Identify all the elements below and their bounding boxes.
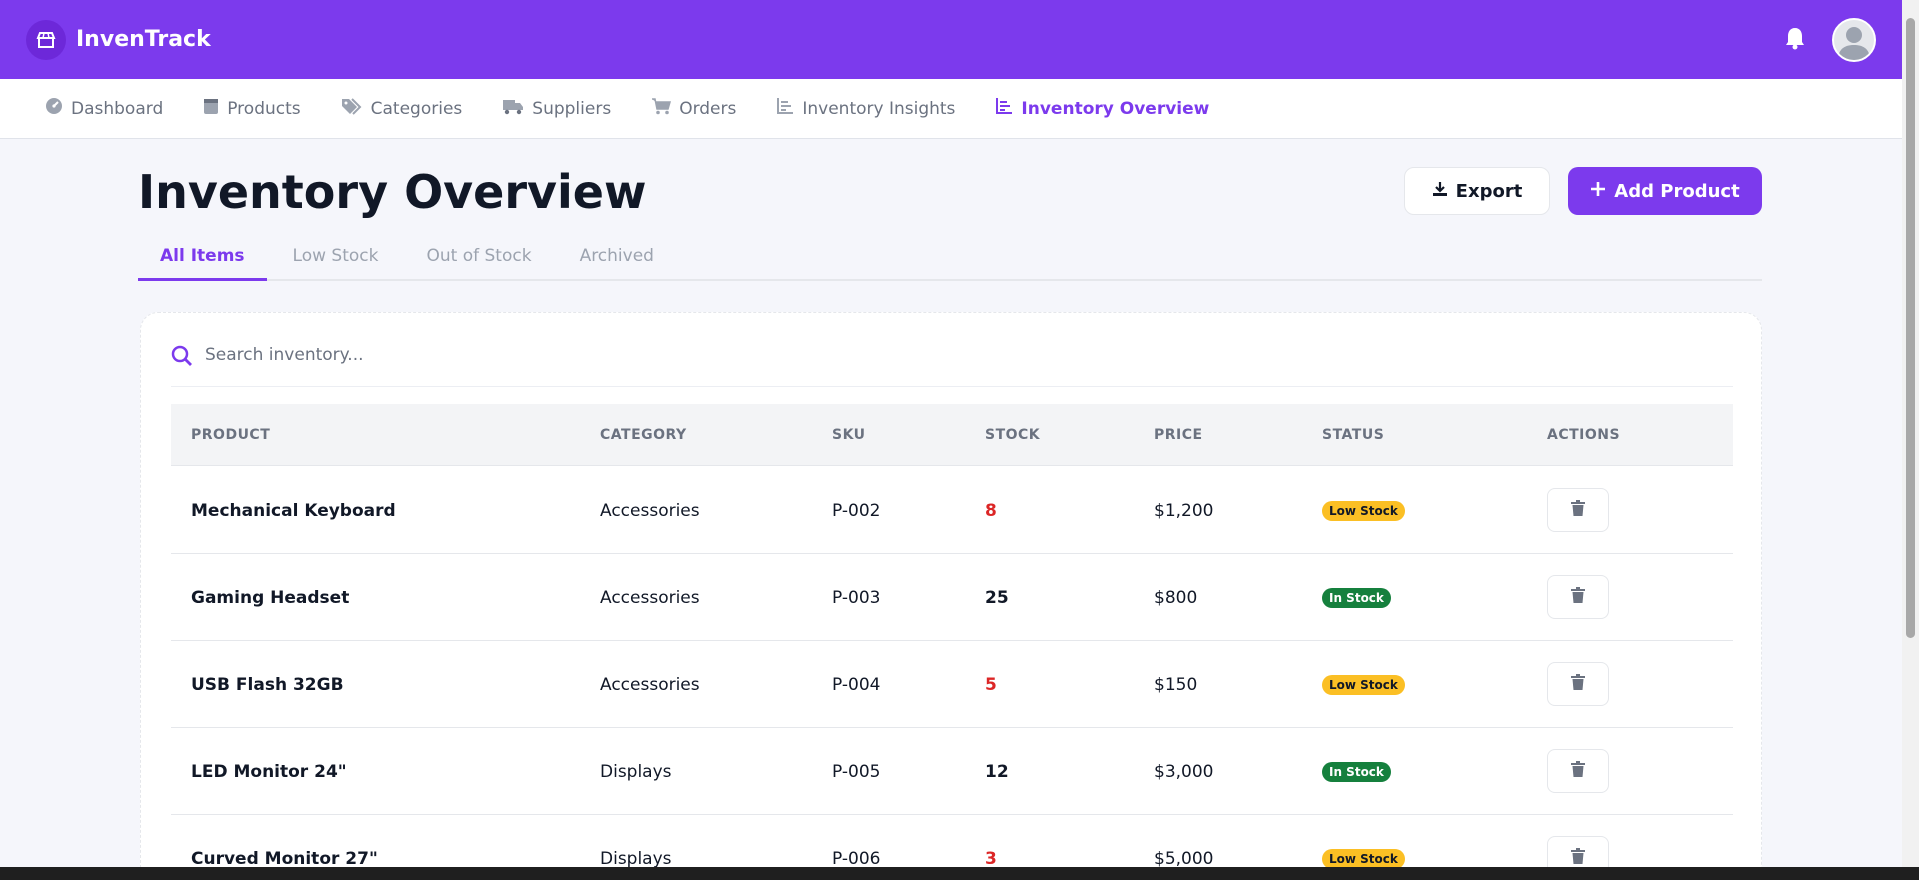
plus-icon	[1590, 181, 1606, 202]
product-price: $5,000	[1154, 849, 1214, 869]
table-row[interactable]: Mechanical Keyboard Accessories P-002 8 …	[171, 467, 1733, 554]
search-icon	[171, 345, 193, 371]
status-badge: In Stock	[1322, 762, 1391, 782]
nav-label: Orders	[679, 98, 737, 119]
column-header-actions: ACTIONS	[1547, 427, 1621, 443]
table-header: PRODUCT CATEGORY SKU STOCK PRICE STATUS …	[171, 404, 1733, 466]
nav-label: Categories	[370, 98, 463, 119]
add-product-button[interactable]: Add Product	[1568, 167, 1762, 215]
product-stock: 12	[985, 762, 1009, 782]
product-sku: P-002	[832, 501, 881, 521]
dashboard-gauge-icon	[45, 97, 63, 120]
status-badge: Low Stock	[1322, 675, 1405, 695]
product-price: $3,000	[1154, 762, 1214, 782]
trash-icon	[1571, 848, 1585, 868]
product-name: Mechanical Keyboard	[191, 501, 396, 521]
product-category: Accessories	[600, 501, 700, 521]
product-sku: P-004	[832, 675, 881, 695]
page-title: Inventory Overview	[138, 165, 647, 219]
page-scrollbar[interactable]	[1902, 0, 1919, 867]
store-icon[interactable]	[26, 19, 66, 60]
nav-label: Products	[227, 98, 301, 119]
nav-item-inventory-insights[interactable]: Inventory Insights	[776, 97, 955, 120]
box-icon	[203, 97, 219, 120]
search-input[interactable]	[205, 345, 805, 365]
trash-icon	[1571, 587, 1585, 607]
nav-label: Dashboard	[71, 98, 164, 119]
product-stock: 5	[985, 675, 997, 695]
bottom-strip	[0, 867, 1919, 880]
nav-item-products[interactable]: Products	[203, 97, 301, 120]
column-header-category[interactable]: CATEGORY	[600, 427, 687, 443]
table-row[interactable]: LED Monitor 24" Displays P-005 12 $3,000…	[171, 728, 1733, 815]
chart-icon	[995, 97, 1013, 120]
export-label: Export	[1455, 180, 1523, 202]
product-stock: 8	[985, 501, 997, 521]
column-header-stock[interactable]: STOCK	[985, 427, 1040, 443]
top-bar: InvenTrack	[0, 0, 1902, 79]
product-name: Curved Monitor 27"	[191, 849, 378, 869]
nav-label: Inventory Insights	[802, 98, 956, 119]
trash-icon	[1571, 761, 1585, 781]
status-badge: Low Stock	[1322, 849, 1405, 869]
trash-icon	[1571, 674, 1585, 694]
product-name: LED Monitor 24"	[191, 762, 347, 782]
nav-item-categories[interactable]: Categories	[341, 97, 463, 120]
product-price: $150	[1154, 675, 1198, 695]
column-header-status[interactable]: STATUS	[1322, 427, 1384, 443]
nav-item-inventory-overview[interactable]: Inventory Overview	[995, 97, 1209, 120]
delete-button[interactable]	[1547, 575, 1609, 619]
product-sku: P-005	[832, 762, 881, 782]
product-name: USB Flash 32GB	[191, 675, 344, 695]
product-stock: 25	[985, 588, 1009, 608]
product-category: Displays	[600, 762, 672, 782]
product-price: $1,200	[1154, 501, 1214, 521]
cart-icon	[651, 97, 672, 120]
nav-label: Suppliers	[532, 98, 612, 119]
product-name: Gaming Headset	[191, 588, 350, 608]
tab-archived[interactable]: Archived	[558, 236, 676, 281]
tab-all-items[interactable]: All Items	[138, 236, 267, 281]
truck-icon	[502, 97, 524, 120]
product-stock: 3	[985, 849, 997, 869]
product-sku: P-003	[832, 588, 881, 608]
search-bar	[171, 345, 1733, 387]
nav-label: Inventory Overview	[1021, 98, 1210, 119]
trash-icon	[1571, 500, 1585, 520]
delete-button[interactable]	[1547, 749, 1609, 793]
add-product-label: Add Product	[1614, 180, 1740, 202]
product-category: Displays	[600, 849, 672, 869]
product-category: Accessories	[600, 588, 700, 608]
chart-icon	[776, 97, 794, 120]
export-button[interactable]: Export	[1404, 167, 1550, 215]
tab-low-stock[interactable]: Low Stock	[271, 236, 401, 281]
filter-tabs: All Items Low Stock Out of Stock Archive…	[138, 236, 1762, 281]
product-price: $800	[1154, 588, 1198, 608]
table-row[interactable]: Gaming Headset Accessories P-003 25 $800…	[171, 554, 1733, 641]
status-badge: Low Stock	[1322, 501, 1405, 521]
product-category: Accessories	[600, 675, 700, 695]
delete-button[interactable]	[1547, 662, 1609, 706]
user-avatar[interactable]	[1832, 17, 1876, 62]
bell-icon[interactable]	[1784, 26, 1806, 54]
delete-button[interactable]	[1547, 488, 1609, 532]
column-header-price[interactable]: PRICE	[1154, 427, 1203, 443]
status-badge: In Stock	[1322, 588, 1391, 608]
tags-icon	[341, 97, 363, 120]
main-nav: Dashboard Products Categories Suppliers …	[0, 79, 1902, 139]
column-header-sku[interactable]: SKU	[832, 427, 866, 443]
inventory-card: PRODUCT CATEGORY SKU STOCK PRICE STATUS …	[140, 312, 1762, 880]
product-sku: P-006	[832, 849, 881, 869]
download-icon	[1432, 181, 1448, 202]
brand-name[interactable]: InvenTrack	[76, 27, 211, 52]
table-row[interactable]: USB Flash 32GB Accessories P-004 5 $150 …	[171, 641, 1733, 728]
nav-item-dashboard[interactable]: Dashboard	[45, 97, 163, 120]
nav-item-suppliers[interactable]: Suppliers	[502, 97, 611, 120]
column-header-product[interactable]: PRODUCT	[191, 427, 270, 443]
scrollbar-thumb[interactable]	[1906, 18, 1915, 638]
tab-out-of-stock[interactable]: Out of Stock	[404, 236, 553, 281]
nav-item-orders[interactable]: Orders	[651, 97, 736, 120]
